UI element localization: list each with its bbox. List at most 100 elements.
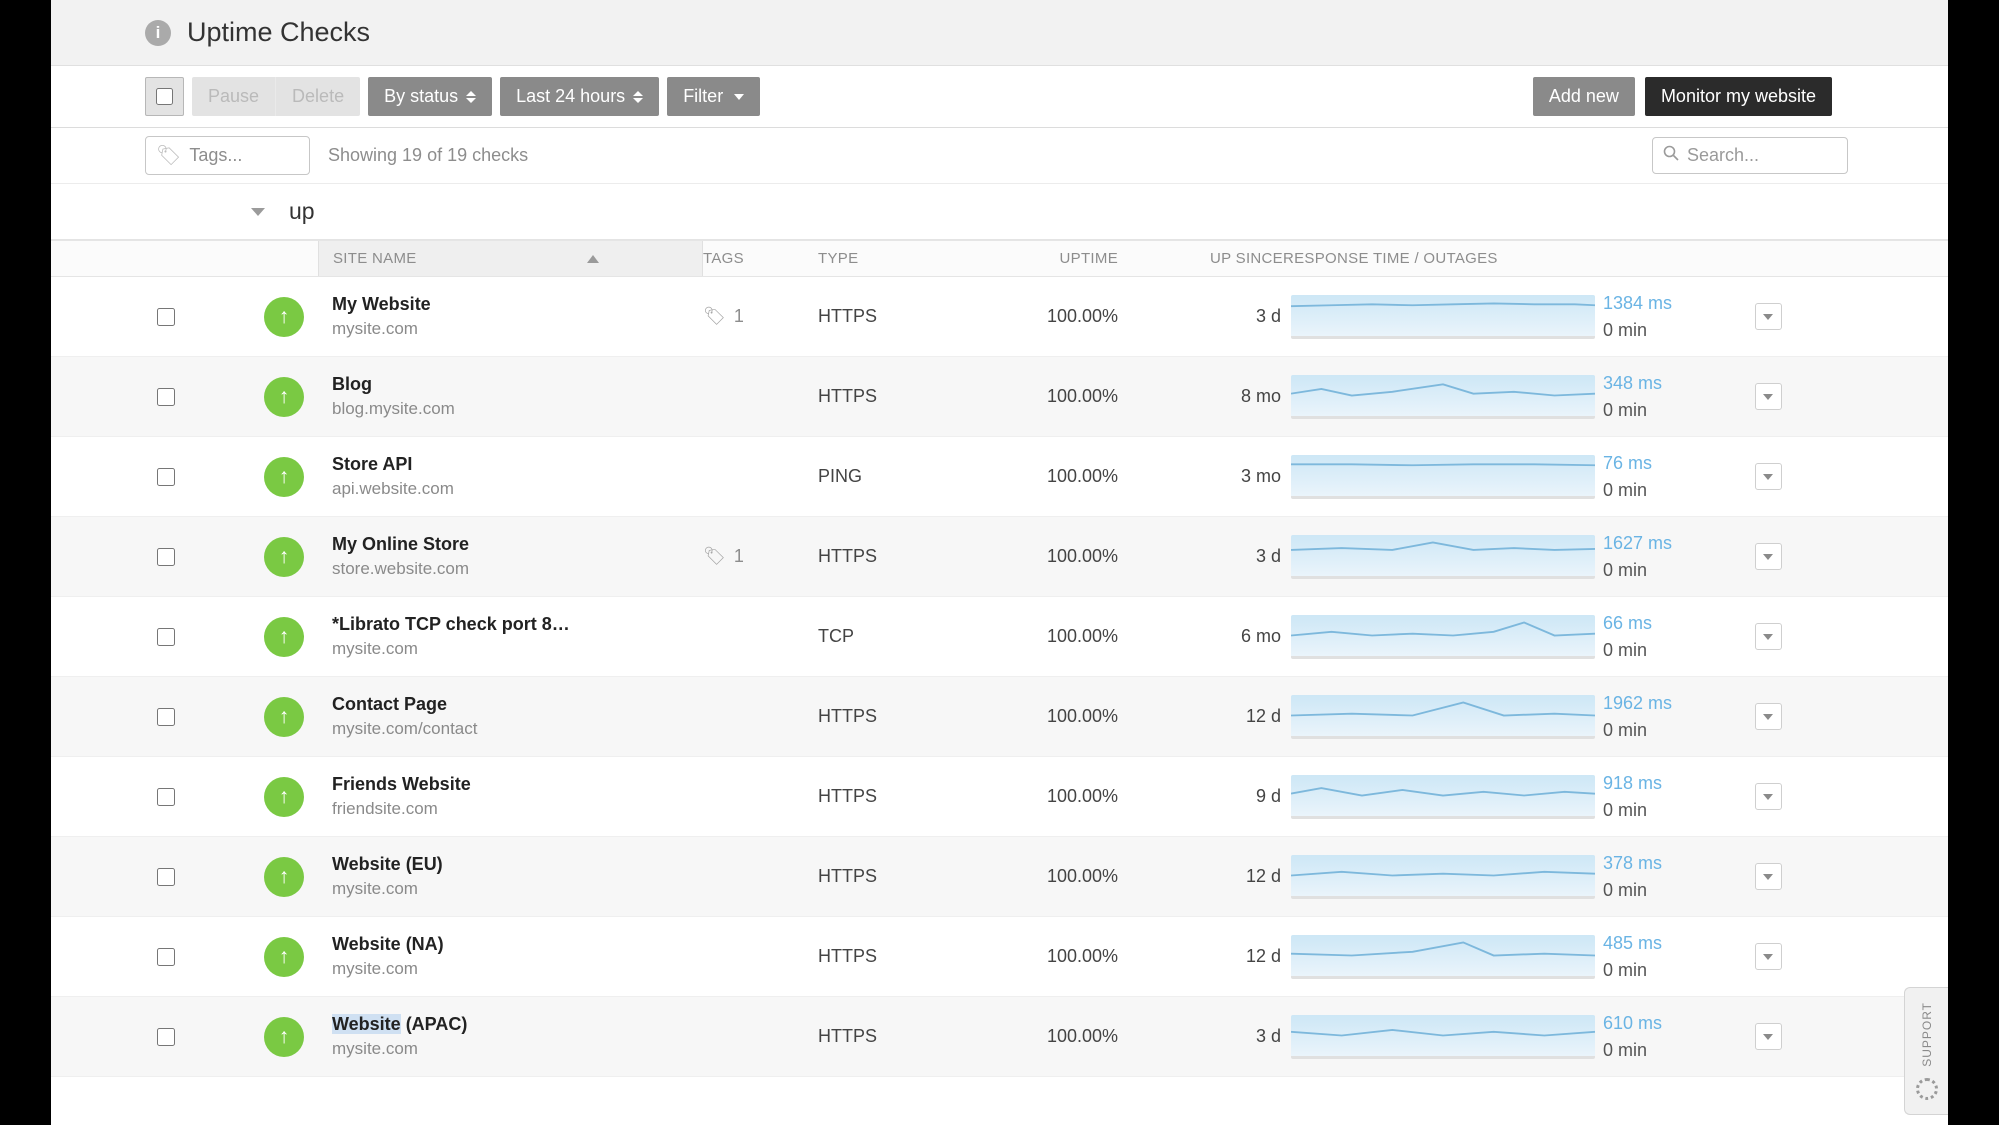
sort-by-status-dropdown[interactable]: By status xyxy=(368,77,492,116)
chevron-down-icon xyxy=(1763,874,1773,880)
support-tab[interactable]: SUPPORT xyxy=(1904,987,1948,1115)
status-up-icon: ↑ xyxy=(264,297,304,337)
row-actions-menu[interactable] xyxy=(1755,703,1782,730)
row-checkbox[interactable] xyxy=(51,948,175,966)
row-actions-menu[interactable] xyxy=(1755,303,1782,330)
table-row[interactable]: ↑ Store API api.website.com PING 100.00%… xyxy=(51,437,1948,517)
tags-cell: 🏷1 xyxy=(703,306,818,327)
site-url: friendsite.com xyxy=(332,797,703,822)
site-name[interactable]: *Librato TCP check port 8… xyxy=(332,611,672,637)
row-checkbox[interactable] xyxy=(51,308,175,326)
group-toggle-up[interactable]: up xyxy=(51,184,1948,240)
tag-icon: 🏷 xyxy=(156,143,181,168)
table-row[interactable]: ↑ My Online Store store.website.com 🏷1 H… xyxy=(51,517,1948,597)
response-time-value: 1962 ms xyxy=(1603,690,1733,716)
status-up-icon: ↑ xyxy=(264,937,304,977)
col-site-name[interactable]: SITE NAME xyxy=(318,241,703,276)
row-actions-menu[interactable] xyxy=(1755,943,1782,970)
filter-bar: 🏷 Tags... Showing 19 of 19 checks Search… xyxy=(51,128,1948,184)
row-checkbox[interactable] xyxy=(51,548,175,566)
up-since-value: 6 mo xyxy=(1118,626,1283,647)
search-icon xyxy=(1663,145,1679,166)
response-time-value: 348 ms xyxy=(1603,370,1733,396)
row-actions-menu[interactable] xyxy=(1755,463,1782,490)
site-name[interactable]: Blog xyxy=(332,371,672,397)
row-checkbox[interactable] xyxy=(51,868,175,886)
table-row[interactable]: ↑ Website (NA) mysite.com HTTPS 100.00% … xyxy=(51,917,1948,997)
check-type: HTTPS xyxy=(818,306,988,327)
table-row[interactable]: ↑ Website (APAC) mysite.com HTTPS 100.00… xyxy=(51,997,1948,1077)
row-actions-menu[interactable] xyxy=(1755,623,1782,650)
check-type: HTTPS xyxy=(818,1026,988,1047)
chevron-down-icon xyxy=(1763,1034,1773,1040)
chevron-down-icon xyxy=(251,208,265,216)
site-name[interactable]: Website (APAC) xyxy=(332,1011,672,1037)
row-actions-menu[interactable] xyxy=(1755,863,1782,890)
site-name[interactable]: Website (NA) xyxy=(332,931,672,957)
site-url: mysite.com xyxy=(332,957,703,982)
monitor-website-button[interactable]: Monitor my website xyxy=(1645,77,1832,116)
select-all-checkbox[interactable] xyxy=(145,77,184,116)
status-up-icon: ↑ xyxy=(264,537,304,577)
row-checkbox[interactable] xyxy=(51,708,175,726)
chevron-down-icon xyxy=(1763,634,1773,640)
pause-button[interactable]: Pause xyxy=(192,77,275,116)
row-actions-menu[interactable] xyxy=(1755,783,1782,810)
tag-count: 1 xyxy=(734,306,744,327)
search-placeholder: Search... xyxy=(1687,145,1759,166)
row-checkbox[interactable] xyxy=(51,628,175,646)
site-name[interactable]: Contact Page xyxy=(332,691,672,717)
col-type[interactable]: TYPE xyxy=(818,250,988,267)
site-url: blog.mysite.com xyxy=(332,397,703,422)
table-row[interactable]: ↑ Blog blog.mysite.com HTTPS 100.00% 8 m… xyxy=(51,357,1948,437)
row-checkbox[interactable] xyxy=(51,788,175,806)
table-row[interactable]: ↑ Friends Website friendsite.com HTTPS 1… xyxy=(51,757,1948,837)
page-title: Uptime Checks xyxy=(187,17,370,48)
up-since-value: 12 d xyxy=(1118,706,1283,727)
add-new-button[interactable]: Add new xyxy=(1533,77,1635,116)
status-up-icon: ↑ xyxy=(264,617,304,657)
row-checkbox[interactable] xyxy=(51,468,175,486)
outage-value: 0 min xyxy=(1603,877,1733,903)
response-time-value: 485 ms xyxy=(1603,930,1733,956)
tag-count: 1 xyxy=(734,546,744,567)
tags-cell: 🏷1 xyxy=(703,546,818,567)
table-row[interactable]: ↑ Website (EU) mysite.com HTTPS 100.00% … xyxy=(51,837,1948,917)
col-response-time[interactable]: RESPONSE TIME / OUTAGES xyxy=(1283,250,1603,267)
row-checkbox[interactable] xyxy=(51,1028,175,1046)
site-url: api.website.com xyxy=(332,477,703,502)
info-icon[interactable]: i xyxy=(145,20,171,46)
site-name[interactable]: Store API xyxy=(332,451,672,477)
outage-value: 0 min xyxy=(1603,477,1733,503)
check-type: HTTPS xyxy=(818,946,988,967)
toolbar: Pause Delete By status Last 24 hours Fil… xyxy=(51,66,1948,128)
response-time-value: 610 ms xyxy=(1603,1010,1733,1036)
uptime-value: 100.00% xyxy=(988,386,1118,407)
table-row[interactable]: ↑ Contact Page mysite.com/contact HTTPS … xyxy=(51,677,1948,757)
row-actions-menu[interactable] xyxy=(1755,543,1782,570)
tags-input[interactable]: 🏷 Tags... xyxy=(145,136,310,175)
col-tags[interactable]: TAGS xyxy=(703,250,818,267)
table-row[interactable]: ↑ *Librato TCP check port 8… mysite.com … xyxy=(51,597,1948,677)
search-input[interactable]: Search... xyxy=(1652,137,1848,174)
row-actions-menu[interactable] xyxy=(1755,383,1782,410)
uptime-value: 100.00% xyxy=(988,1026,1118,1047)
chevron-down-icon xyxy=(1763,714,1773,720)
response-sparkline xyxy=(1291,855,1595,899)
delete-button[interactable]: Delete xyxy=(275,77,360,116)
status-up-icon: ↑ xyxy=(264,777,304,817)
response-sparkline xyxy=(1291,375,1595,419)
filter-dropdown[interactable]: Filter xyxy=(667,77,760,116)
site-name[interactable]: Friends Website xyxy=(332,771,672,797)
chevron-down-icon xyxy=(734,94,744,100)
col-uptime[interactable]: UPTIME xyxy=(988,250,1118,267)
row-checkbox[interactable] xyxy=(51,388,175,406)
site-name[interactable]: My Online Store xyxy=(332,531,672,557)
check-type: HTTPS xyxy=(818,786,988,807)
table-row[interactable]: ↑ My Website mysite.com 🏷1 HTTPS 100.00%… xyxy=(51,277,1948,357)
site-name[interactable]: My Website xyxy=(332,291,672,317)
row-actions-menu[interactable] xyxy=(1755,1023,1782,1050)
col-up-since[interactable]: UP SINCE xyxy=(1118,250,1283,267)
time-range-dropdown[interactable]: Last 24 hours xyxy=(500,77,659,116)
site-name[interactable]: Website (EU) xyxy=(332,851,672,877)
